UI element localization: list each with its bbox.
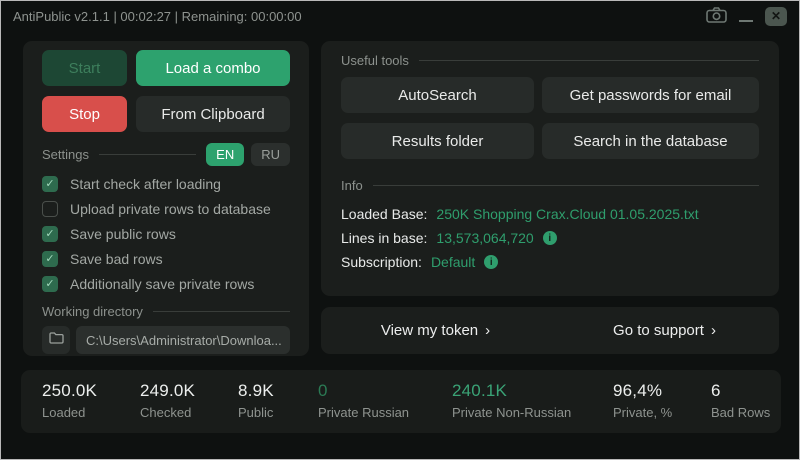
- autosearch-button[interactable]: AutoSearch: [341, 77, 534, 113]
- divider: [153, 311, 290, 312]
- lang-ru-button[interactable]: RU: [251, 143, 290, 166]
- checkbox-label: Upload private rows to database: [70, 201, 271, 217]
- stat-private-percent: 96,4% Private, %: [613, 381, 711, 433]
- view-token-link[interactable]: View my token ›: [321, 322, 550, 339]
- divider: [419, 60, 759, 61]
- checkbox-label: Additionally save private rows: [70, 276, 254, 292]
- loaded-base-label: Loaded Base:: [341, 206, 427, 222]
- stat-label: Public: [238, 405, 318, 420]
- info-icon[interactable]: i: [543, 231, 557, 245]
- go-support-label: Go to support: [613, 322, 704, 339]
- checkbox-icon: ✓: [42, 251, 58, 267]
- stat-label: Private Russian: [318, 405, 452, 420]
- checkbox-label: Save public rows: [70, 226, 176, 242]
- working-directory-path[interactable]: C:\Users\Administrator\Downloa...: [76, 326, 290, 354]
- working-directory-label: Working directory: [42, 304, 143, 319]
- stats-bar: 250.0K Loaded 249.0K Checked 8.9K Public…: [21, 370, 781, 433]
- settings-label: Settings: [42, 147, 89, 162]
- screenshot-button[interactable]: [706, 7, 727, 26]
- stat-label: Checked: [140, 405, 238, 420]
- stat-label: Private, %: [613, 405, 711, 420]
- stop-button[interactable]: Stop: [42, 96, 127, 132]
- account-links-panel: View my token › Go to support ›: [321, 307, 779, 354]
- settings-checkboxes: ✓ Start check after loading ✓ Upload pri…: [42, 171, 290, 296]
- title-bar: AntiPublic v2.1.1 | 00:02:27 | Remaining…: [1, 1, 799, 31]
- camera-icon: [706, 7, 727, 26]
- info-label: Info: [341, 178, 363, 193]
- divider: [99, 154, 196, 155]
- checkbox-icon: ✓: [42, 276, 58, 292]
- control-panel: Start Load a combo Stop From Clipboard S…: [23, 41, 309, 356]
- stat-value: 249.0K: [140, 381, 238, 401]
- checkbox-icon: ✓: [42, 226, 58, 242]
- checkbox-icon: ✓: [42, 176, 58, 192]
- start-button[interactable]: Start: [42, 50, 127, 86]
- get-passwords-button[interactable]: Get passwords for email: [542, 77, 759, 113]
- subscription-row: Subscription: Default i: [341, 250, 759, 274]
- checkbox-label: Save bad rows: [70, 251, 163, 267]
- info-header: Info: [341, 178, 759, 193]
- checkbox-label: Start check after loading: [70, 176, 221, 192]
- checkbox-upload-private[interactable]: ✓ Upload private rows to database: [42, 196, 290, 221]
- info-rows: Loaded Base: 250K Shopping Crax.Cloud 01…: [341, 202, 759, 274]
- stat-bad-rows: 6 Bad Rows: [711, 381, 781, 433]
- divider: [373, 185, 759, 186]
- stat-public: 8.9K Public: [238, 381, 318, 433]
- working-directory-header: Working directory: [42, 304, 290, 319]
- lines-in-base-value: 13,573,064,720: [436, 230, 533, 246]
- settings-header: Settings EN RU: [42, 143, 290, 166]
- folder-icon: [49, 331, 64, 349]
- chevron-right-icon: ›: [711, 322, 716, 339]
- checkbox-start-check[interactable]: ✓ Start check after loading: [42, 171, 290, 196]
- window-controls: ✕: [706, 7, 787, 26]
- tool-buttons: AutoSearch Get passwords for email Resul…: [341, 77, 759, 159]
- info-icon[interactable]: i: [484, 255, 498, 269]
- go-support-link[interactable]: Go to support ›: [550, 322, 779, 339]
- chevron-right-icon: ›: [485, 322, 490, 339]
- checkbox-save-private[interactable]: ✓ Additionally save private rows: [42, 271, 290, 296]
- stat-label: Bad Rows: [711, 405, 781, 420]
- app-window: AntiPublic v2.1.1 | 00:02:27 | Remaining…: [0, 0, 800, 460]
- useful-tools-label: Useful tools: [341, 53, 409, 68]
- stat-label: Loaded: [42, 405, 140, 420]
- checkbox-save-public[interactable]: ✓ Save public rows: [42, 221, 290, 246]
- loaded-base-row: Loaded Base: 250K Shopping Crax.Cloud 01…: [341, 202, 759, 226]
- lang-en-button[interactable]: EN: [206, 143, 244, 166]
- results-folder-button[interactable]: Results folder: [341, 123, 534, 159]
- window-title: AntiPublic v2.1.1 | 00:02:27 | Remaining…: [13, 9, 302, 24]
- close-button[interactable]: ✕: [765, 7, 787, 26]
- working-directory-row: C:\Users\Administrator\Downloa...: [42, 326, 290, 354]
- minimize-button[interactable]: [739, 20, 753, 22]
- close-icon: ✕: [771, 9, 781, 23]
- checkbox-save-bad[interactable]: ✓ Save bad rows: [42, 246, 290, 271]
- checkbox-icon: ✓: [42, 201, 58, 217]
- load-combo-button[interactable]: Load a combo: [136, 50, 290, 86]
- subscription-label: Subscription:: [341, 254, 422, 270]
- browse-folder-button[interactable]: [42, 326, 70, 354]
- action-buttons: Start Load a combo Stop From Clipboard: [42, 50, 290, 132]
- stat-label: Private Non-Russian: [452, 405, 613, 420]
- stat-value: 96,4%: [613, 381, 711, 401]
- stat-value: 6: [711, 381, 781, 401]
- search-database-button[interactable]: Search in the database: [542, 123, 759, 159]
- subscription-value: Default: [431, 254, 475, 270]
- view-token-label: View my token: [381, 322, 478, 339]
- stat-loaded: 250.0K Loaded: [42, 381, 140, 433]
- stat-private-russian: 0 Private Russian: [318, 381, 452, 433]
- stat-value: 8.9K: [238, 381, 318, 401]
- lines-in-base-row: Lines in base: 13,573,064,720 i: [341, 226, 759, 250]
- from-clipboard-button[interactable]: From Clipboard: [136, 96, 290, 132]
- stat-value: 250.0K: [42, 381, 140, 401]
- tools-info-panel: Useful tools AutoSearch Get passwords fo…: [321, 41, 779, 296]
- stat-checked: 249.0K Checked: [140, 381, 238, 433]
- lines-in-base-label: Lines in base:: [341, 230, 427, 246]
- stat-value: 0: [318, 381, 452, 401]
- loaded-base-value: 250K Shopping Crax.Cloud 01.05.2025.txt: [436, 206, 698, 222]
- useful-tools-header: Useful tools: [341, 53, 759, 68]
- stat-value: 240.1K: [452, 381, 613, 401]
- stat-private-nonrussian: 240.1K Private Non-Russian: [452, 381, 613, 433]
